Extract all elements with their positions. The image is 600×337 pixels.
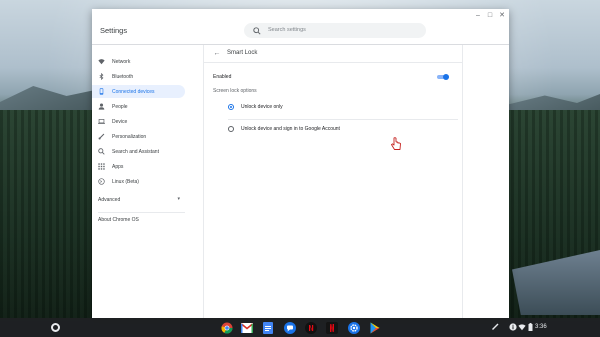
launcher-button[interactable] bbox=[51, 323, 60, 332]
wifi-icon bbox=[98, 59, 105, 65]
sidebar-item-label: Bluetooth bbox=[112, 73, 134, 80]
screen-lock-options-label: Screen lock options bbox=[213, 88, 257, 94]
sidebar: Network Bluetooth Connected devices Peop… bbox=[92, 45, 204, 318]
sidebar-item-people[interactable]: People bbox=[92, 100, 185, 113]
sidebar-item-label: Search and Assistant bbox=[112, 148, 159, 155]
netflix-icon[interactable] bbox=[304, 321, 317, 334]
maximize-button[interactable]: □ bbox=[484, 9, 496, 21]
bluetooth-icon bbox=[99, 73, 104, 80]
smart-lock-enabled-toggle[interactable] bbox=[437, 74, 449, 80]
enabled-label: Enabled bbox=[213, 74, 232, 80]
radio-button[interactable] bbox=[228, 104, 234, 110]
chevron-down-icon: ▾ bbox=[177, 196, 180, 202]
clock[interactable]: 3:36 bbox=[535, 324, 547, 330]
sidebar-item-connected-devices[interactable]: Connected devices bbox=[92, 85, 185, 98]
messages-icon[interactable] bbox=[283, 321, 296, 334]
option-label: Unlock device only bbox=[241, 104, 283, 110]
option-unlock-and-sign-in[interactable]: Unlock device and sign in to Google Acco… bbox=[228, 125, 448, 135]
terminal-icon bbox=[98, 178, 105, 185]
toggle-knob bbox=[443, 74, 449, 80]
window-titlebar: Settings Search settings – □ ✕ bbox=[92, 9, 509, 45]
sidebar-item-apps[interactable]: Apps bbox=[92, 160, 185, 173]
sidebar-item-personalization[interactable]: Personalization bbox=[92, 130, 185, 143]
sidebar-item-label: Apps bbox=[112, 163, 124, 170]
page-title: Smart Lock bbox=[227, 50, 258, 56]
sidebar-divider bbox=[98, 212, 185, 213]
sidebar-item-label: Network bbox=[112, 58, 131, 65]
minimize-button[interactable]: – bbox=[472, 9, 484, 21]
sidebar-item-label: Connected devices bbox=[112, 88, 155, 95]
sidebar-item-label: People bbox=[112, 103, 128, 110]
laptop-icon bbox=[98, 119, 105, 124]
option-unlock-device-only[interactable]: Unlock device only bbox=[228, 103, 448, 113]
sidebar-item-about[interactable]: About Chrome OS bbox=[98, 217, 139, 223]
gmail-icon[interactable] bbox=[240, 321, 253, 334]
brush-icon bbox=[98, 133, 105, 140]
sidebar-item-network[interactable]: Network bbox=[92, 55, 185, 68]
search-placeholder: Search settings bbox=[268, 27, 306, 33]
shelf: 3:36 bbox=[0, 318, 600, 337]
sidebar-item-bluetooth[interactable]: Bluetooth bbox=[92, 70, 185, 83]
close-button[interactable]: ✕ bbox=[496, 9, 508, 21]
sidebar-item-linux[interactable]: Linux (Beta) bbox=[92, 175, 185, 188]
sidebar-item-label: Personalization bbox=[112, 133, 147, 140]
back-button[interactable]: ← bbox=[212, 48, 222, 58]
chrome-icon[interactable] bbox=[220, 321, 233, 334]
sidebar-item-label: Linux (Beta) bbox=[112, 178, 139, 185]
settings-icon[interactable] bbox=[347, 321, 360, 334]
advanced-label: Advanced bbox=[98, 197, 121, 203]
hand-cursor-icon bbox=[391, 137, 401, 150]
settings-window: Settings Search settings – □ ✕ Network B… bbox=[92, 9, 509, 318]
content-gutter bbox=[462, 45, 509, 318]
sidebar-item-device[interactable]: Device bbox=[92, 115, 185, 128]
header-divider bbox=[204, 62, 462, 63]
netflix-app-icon[interactable] bbox=[325, 321, 338, 334]
docs-icon[interactable] bbox=[261, 321, 274, 334]
search-input[interactable]: Search settings bbox=[244, 23, 426, 38]
play-store-icon[interactable] bbox=[368, 321, 381, 334]
option-label: Unlock device and sign in to Google Acco… bbox=[241, 126, 340, 132]
search-icon bbox=[98, 148, 105, 155]
advanced-section-toggle[interactable]: Advanced ▾ bbox=[98, 196, 180, 206]
grid-icon bbox=[98, 163, 105, 170]
sidebar-item-search-and-assistant[interactable]: Search and Assistant bbox=[92, 145, 185, 158]
app-title: Settings bbox=[100, 26, 128, 35]
battery-icon[interactable] bbox=[525, 322, 535, 332]
search-icon bbox=[253, 26, 261, 35]
stylus-icon[interactable] bbox=[490, 322, 500, 332]
main-content: ← Smart Lock Enabled Screen lock options… bbox=[204, 45, 462, 318]
option-divider bbox=[228, 119, 458, 120]
phone-icon bbox=[99, 88, 104, 95]
person-icon bbox=[98, 103, 105, 110]
radio-button[interactable] bbox=[228, 126, 234, 132]
sidebar-item-label: Device bbox=[112, 118, 128, 125]
